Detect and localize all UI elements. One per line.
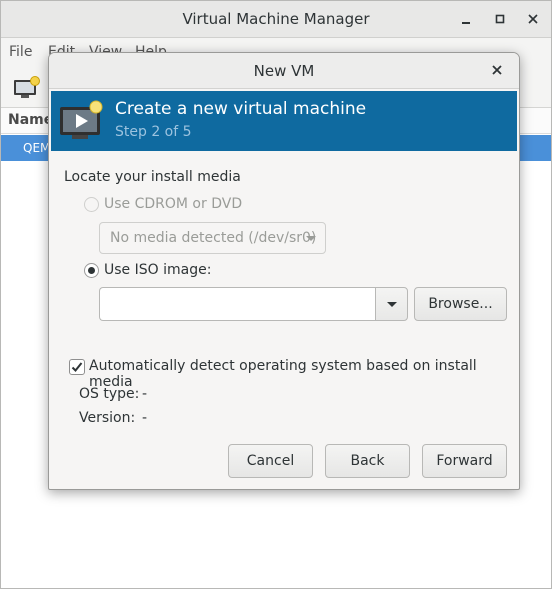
- cancel-button[interactable]: Cancel: [228, 444, 313, 478]
- menu-file[interactable]: File: [9, 44, 32, 60]
- auto-detect-checkbox[interactable]: [69, 359, 85, 375]
- os-type-label: OS type:: [79, 386, 140, 402]
- chevron-down-icon: [306, 236, 316, 241]
- close-icon[interactable]: [523, 9, 543, 29]
- auto-detect-label: Automatically detect operating system ba…: [89, 358, 477, 390]
- browse-button[interactable]: Browse...: [414, 287, 507, 321]
- iso-path-input[interactable]: [99, 287, 375, 321]
- version-label: Version:: [79, 410, 136, 426]
- virtual-machine-icon: [58, 99, 106, 147]
- new-vm-dialog: New VM Create a new virtual machine Step…: [48, 52, 520, 490]
- os-type-value: -: [142, 386, 148, 402]
- version-value: -: [142, 410, 148, 426]
- wizard-title: Create a new virtual machine: [115, 99, 367, 119]
- cdrom-radio[interactable]: [84, 197, 99, 212]
- wizard-banner: Create a new virtual machine Step 2 of 5: [51, 91, 517, 151]
- forward-button[interactable]: Forward: [422, 444, 507, 478]
- column-name-header[interactable]: Name: [8, 112, 53, 128]
- iso-history-dropdown[interactable]: [375, 287, 408, 321]
- checkmark-icon: [71, 362, 83, 372]
- chevron-down-icon: [387, 302, 397, 307]
- iso-radio[interactable]: [84, 263, 99, 278]
- minimize-icon[interactable]: [456, 9, 476, 29]
- cdrom-device-select[interactable]: No media detected (/dev/sr0): [99, 222, 326, 254]
- main-titlebar[interactable]: Virtual Machine Manager: [1, 1, 551, 38]
- dialog-close-icon[interactable]: [487, 60, 507, 80]
- dialog-titlebar[interactable]: New VM: [49, 53, 519, 89]
- iso-radio-label: Use ISO image:: [104, 262, 212, 278]
- cdrom-radio-label: Use CDROM or DVD: [104, 196, 243, 212]
- wizard-step: Step 2 of 5: [115, 124, 192, 140]
- section-label: Locate your install media: [64, 169, 241, 185]
- maximize-icon[interactable]: [490, 9, 510, 29]
- dialog-title: New VM: [253, 62, 315, 80]
- new-vm-icon[interactable]: [13, 76, 41, 104]
- back-button[interactable]: Back: [325, 444, 410, 478]
- cdrom-device-value: No media detected (/dev/sr0): [110, 230, 317, 246]
